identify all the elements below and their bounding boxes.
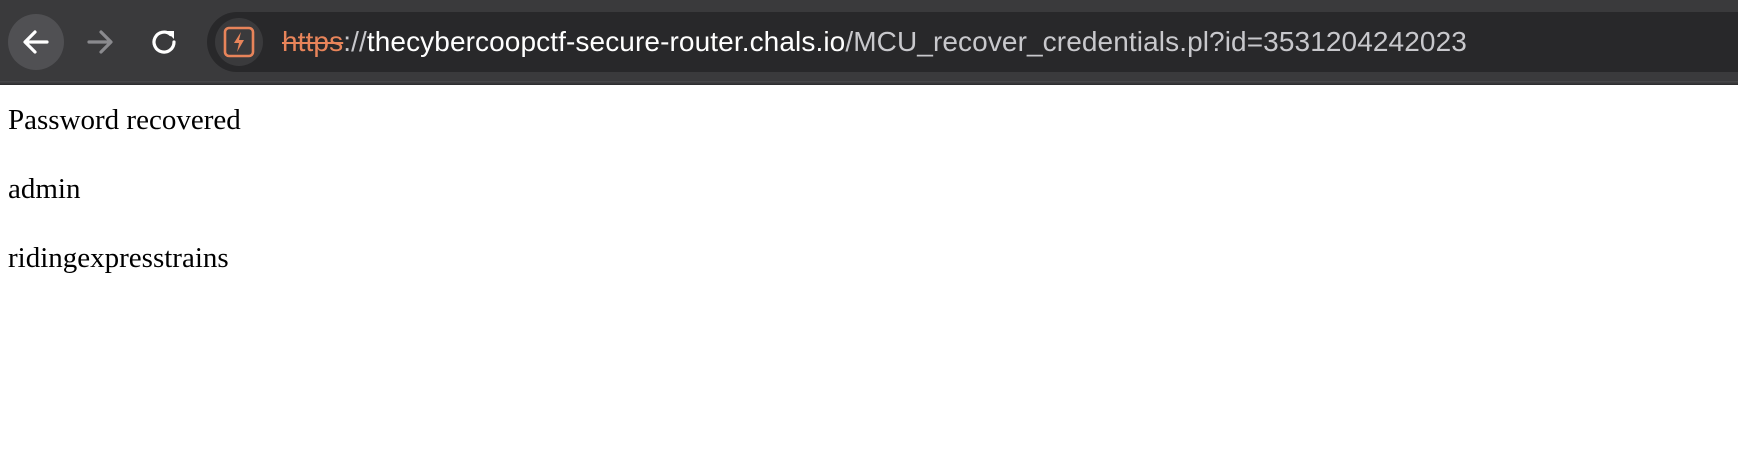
recovered-password: ridingexpresstrains — [8, 242, 229, 274]
reload-button[interactable] — [136, 14, 192, 70]
url-host: thecybercoopctf-secure-router.chals.io — [366, 26, 846, 57]
address-bar[interactable]: https://thecybercoopctf-secure-router.ch… — [207, 12, 1738, 72]
status-message: Password recovered — [8, 104, 241, 136]
page-content: Password recovered admin ridingexpresstr… — [8, 100, 241, 307]
recovered-username: admin — [8, 173, 81, 205]
url-path: /MCU_recover_credentials.pl?id=353120424… — [845, 26, 1467, 57]
url-text[interactable]: https://thecybercoopctf-secure-router.ch… — [282, 12, 1467, 72]
url-scheme: https — [282, 26, 344, 57]
reload-icon — [152, 30, 176, 54]
toolbar-divider — [0, 81, 1738, 85]
back-arrow-icon — [23, 30, 49, 54]
forward-button[interactable] — [72, 14, 128, 70]
forward-arrow-icon — [87, 30, 113, 54]
not-secure-icon — [223, 26, 255, 58]
browser-toolbar: https://thecybercoopctf-secure-router.ch… — [0, 0, 1738, 84]
url-separator: :// — [343, 26, 367, 57]
site-info-button[interactable] — [215, 18, 263, 66]
back-button[interactable] — [8, 14, 64, 70]
